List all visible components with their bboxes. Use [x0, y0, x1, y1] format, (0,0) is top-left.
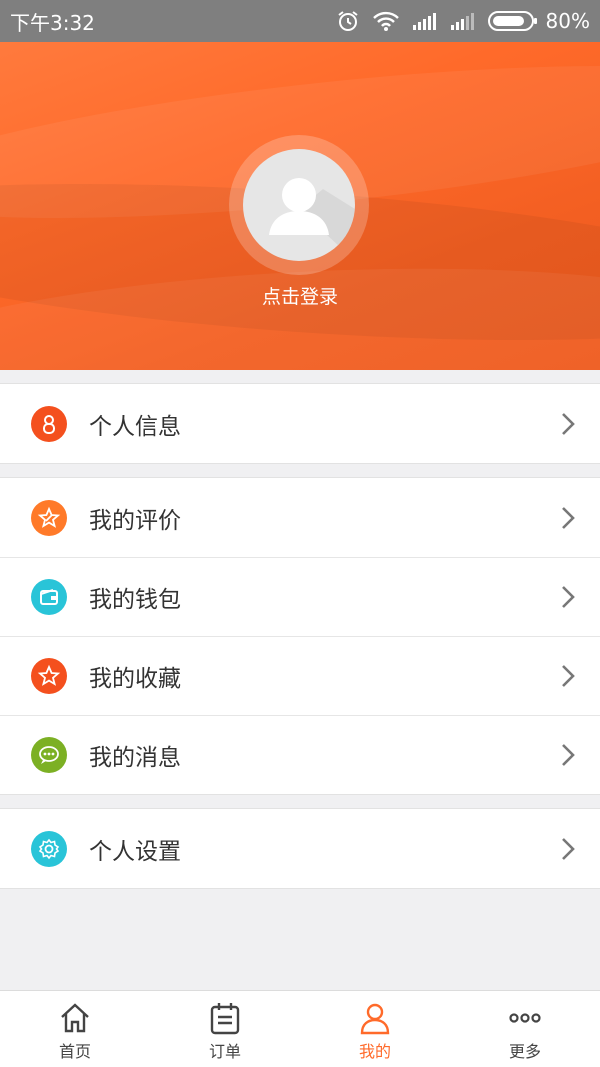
- menu-item-personal-info[interactable]: 个人信息: [0, 384, 600, 463]
- menu-item-my-favorites[interactable]: 我的收藏: [0, 636, 600, 715]
- chevron-right-icon: [562, 586, 575, 608]
- tab-label: 订单: [208, 1042, 241, 1061]
- menu-group-mine: 我的评价 我的钱包 我的收藏 我的消息: [0, 477, 600, 795]
- wifi-icon: [372, 10, 400, 32]
- menu-item-my-messages[interactable]: 我的消息: [0, 715, 600, 794]
- signal-icon: [412, 11, 438, 31]
- menu-group-account: 个人信息: [0, 383, 600, 464]
- profile-header: 点击登录: [0, 42, 600, 370]
- status-time: 下午3:32: [10, 10, 95, 35]
- signal-2-icon: [450, 11, 476, 31]
- chevron-right-icon: [562, 665, 575, 687]
- tab-label: 首页: [58, 1042, 91, 1061]
- tab-mine[interactable]: 我的: [300, 991, 450, 1067]
- profile-icon: [360, 1003, 390, 1035]
- star-icon: [31, 658, 67, 694]
- order-icon: [210, 1003, 240, 1035]
- chevron-right-icon: [562, 412, 575, 435]
- tab-home[interactable]: 首页: [0, 991, 150, 1067]
- tab-orders[interactable]: 订单: [150, 991, 300, 1067]
- menu-item-label: 个人信息: [89, 413, 181, 440]
- alarm-icon: [336, 9, 360, 33]
- avatar[interactable]: [243, 149, 355, 261]
- settings-icon: [31, 830, 67, 867]
- menu-item-my-reviews[interactable]: 我的评价: [0, 478, 600, 557]
- menu-item-label: 我的收藏: [89, 666, 181, 692]
- menu-item-label: 我的钱包: [89, 587, 181, 613]
- message-icon: [31, 737, 67, 773]
- avatar-person-icon: [269, 178, 355, 261]
- menu-item-my-wallet[interactable]: 我的钱包: [0, 557, 600, 636]
- person-icon: [31, 405, 67, 442]
- bottom-tab-bar: 首页 订单 我的 更多: [0, 990, 600, 1067]
- menu-item-label: 我的消息: [89, 745, 181, 771]
- wallet-icon: [31, 579, 67, 615]
- tab-more[interactable]: 更多: [450, 991, 600, 1067]
- battery-level: 80%: [545, 9, 590, 33]
- login-link[interactable]: 点击登录: [0, 282, 600, 309]
- tab-label: 更多: [508, 1042, 541, 1061]
- menu-item-label: 个人设置: [89, 838, 181, 865]
- review-star-icon: [31, 499, 67, 536]
- chevron-right-icon: [562, 506, 575, 529]
- home-icon: [61, 1003, 89, 1033]
- status-bar: 下午3:32 80%: [0, 0, 600, 42]
- chevron-right-icon: [562, 837, 575, 860]
- tab-label: 我的: [358, 1042, 391, 1061]
- more-icon: [509, 1013, 541, 1023]
- menu-group-settings: 个人设置: [0, 808, 600, 889]
- menu-item-personal-settings[interactable]: 个人设置: [0, 809, 600, 888]
- chevron-right-icon: [562, 744, 575, 766]
- menu-item-label: 我的评价: [89, 507, 181, 534]
- battery-icon: [487, 11, 537, 31]
